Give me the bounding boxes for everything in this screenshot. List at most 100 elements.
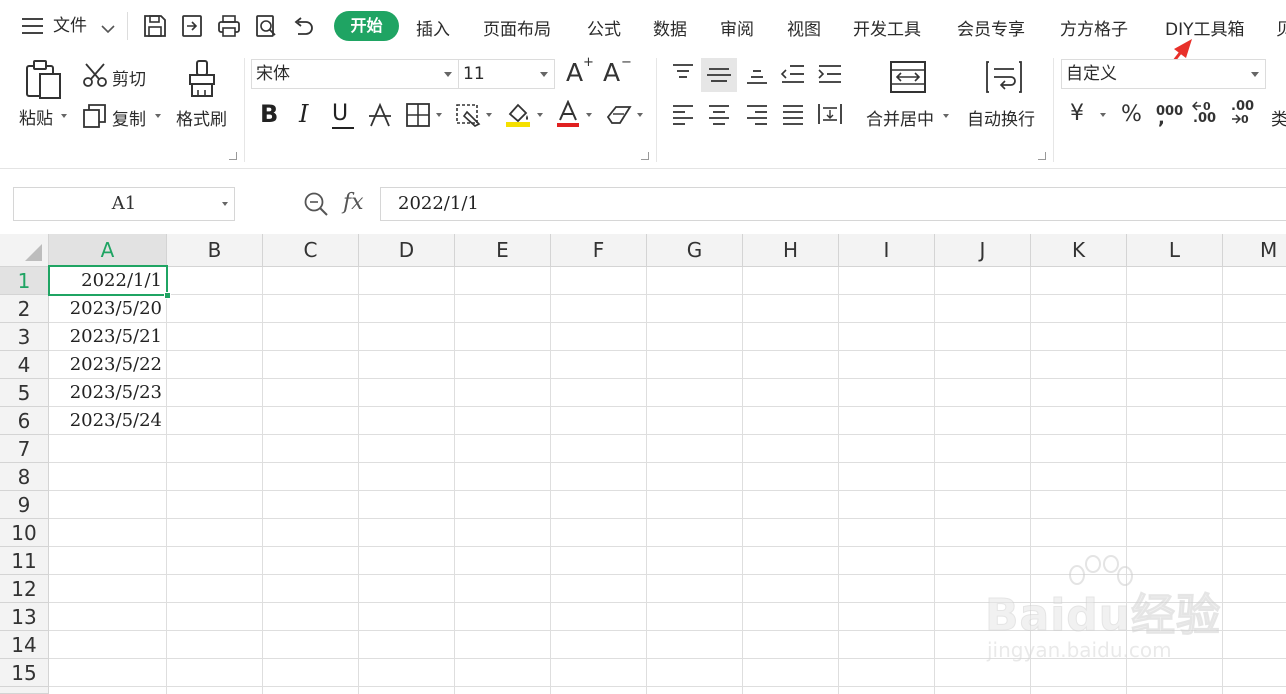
cell-style-dropdown-caret[interactable] [486, 113, 492, 117]
strikethrough-icon[interactable] [368, 102, 392, 128]
active-cell-border[interactable] [48, 265, 168, 296]
merge-center-dropdown-caret[interactable] [943, 114, 949, 118]
tab-more[interactable]: 贝 [1276, 15, 1286, 40]
column-header-g[interactable]: G [647, 234, 743, 267]
font-launcher-icon[interactable] [641, 152, 649, 160]
row-header-10[interactable]: 10 [0, 519, 49, 547]
column-header-c[interactable]: C [263, 234, 359, 267]
column-header-l[interactable]: L [1127, 234, 1223, 267]
tab-member[interactable]: 会员专享 [957, 15, 1025, 40]
clear-format-dropdown-caret[interactable] [637, 113, 643, 117]
row-header-15[interactable]: 15 [0, 659, 49, 687]
column-header-b[interactable]: B [167, 234, 263, 267]
distributed-align-icon[interactable] [817, 102, 843, 126]
row-header-8[interactable]: 8 [0, 463, 49, 491]
clear-format-icon[interactable] [606, 103, 634, 127]
increase-indent-icon[interactable] [817, 63, 843, 85]
column-header-e[interactable]: E [455, 234, 551, 267]
row-header-4[interactable]: 4 [0, 351, 49, 379]
percent-button[interactable]: % [1121, 102, 1142, 127]
row-header-2[interactable]: 2 [0, 295, 49, 323]
undo-icon[interactable] [290, 13, 316, 39]
row-header-7[interactable]: 7 [0, 435, 49, 463]
paste-dropdown-caret[interactable] [61, 114, 67, 118]
number-format-select[interactable]: 自定义 [1061, 59, 1266, 89]
merge-center-icon[interactable] [889, 60, 927, 94]
tab-fangfang[interactable]: 方方格子 [1060, 15, 1128, 40]
name-box[interactable]: A1 [13, 187, 235, 221]
row-header-6[interactable]: 6 [0, 407, 49, 435]
column-header-j[interactable]: J [935, 234, 1031, 267]
alignment-launcher-icon[interactable] [1038, 152, 1046, 160]
row-header-1[interactable]: 1 [0, 267, 49, 295]
copy-icon[interactable] [82, 103, 108, 129]
cell-style-icon[interactable] [455, 102, 483, 128]
align-center-icon[interactable] [707, 104, 731, 126]
tab-review[interactable]: 审阅 [720, 15, 754, 40]
print-icon[interactable] [216, 13, 242, 39]
font-color-dropdown-caret[interactable] [586, 113, 592, 117]
align-left-icon[interactable] [671, 104, 695, 126]
cell-a3[interactable]: 2023/5/21 [50, 323, 166, 350]
select-all-corner[interactable] [0, 234, 49, 267]
wrap-text-icon[interactable] [985, 60, 1023, 94]
copy-dropdown-caret[interactable] [155, 114, 161, 118]
cell-a2[interactable]: 2023/5/20 [50, 295, 166, 322]
font-color-icon[interactable] [556, 100, 580, 128]
print-preview-icon[interactable] [253, 13, 279, 39]
underline-button[interactable]: U [332, 101, 354, 129]
formula-input[interactable]: 2022/1/1 [380, 187, 1286, 221]
italic-button[interactable]: I [299, 100, 308, 128]
align-top-icon[interactable] [671, 63, 695, 83]
bold-button[interactable]: B [260, 100, 278, 128]
justify-icon[interactable] [781, 104, 805, 126]
row-header-14[interactable]: 14 [0, 631, 49, 659]
hamburger-menu-icon[interactable] [22, 17, 44, 35]
column-header-m[interactable]: M [1223, 234, 1286, 267]
cut-button[interactable]: 剪切 [112, 65, 146, 90]
row-header-11[interactable]: 11 [0, 547, 49, 575]
format-painter-button[interactable]: 格式刷 [176, 105, 227, 130]
align-bottom-icon[interactable] [745, 63, 769, 85]
thousands-separator-button[interactable]: 000 , [1156, 100, 1183, 129]
fill-color-icon[interactable] [505, 100, 531, 128]
currency-button[interactable]: ¥ [1070, 101, 1084, 126]
row-header-5[interactable]: 5 [0, 379, 49, 407]
column-header-f[interactable]: F [551, 234, 647, 267]
column-header-h[interactable]: H [743, 234, 839, 267]
borders-dropdown-caret[interactable] [436, 113, 442, 117]
borders-icon[interactable] [405, 102, 431, 128]
cell-a5[interactable]: 2023/5/23 [50, 379, 166, 406]
tab-data[interactable]: 数据 [653, 15, 687, 40]
currency-dropdown-caret[interactable] [1100, 113, 1106, 117]
file-menu[interactable]: 文件 [53, 15, 87, 37]
fill-color-dropdown-caret[interactable] [537, 113, 543, 117]
column-header-d[interactable]: D [359, 234, 455, 267]
copy-button[interactable]: 复制 [112, 105, 146, 130]
decrease-indent-icon[interactable] [780, 63, 806, 85]
wrap-text-button[interactable]: 自动换行 [967, 105, 1035, 130]
save-icon[interactable] [142, 13, 168, 39]
column-header-k[interactable]: K [1031, 234, 1127, 267]
row-header-3[interactable]: 3 [0, 323, 49, 351]
row-header-13[interactable]: 13 [0, 603, 49, 631]
column-header-i[interactable]: I [839, 234, 935, 267]
row-header-partial[interactable] [0, 687, 49, 694]
cell-a6[interactable]: 2023/5/24 [50, 407, 166, 434]
align-middle-icon[interactable] [701, 58, 737, 92]
increase-decimal-button[interactable]: 0 .00 [1192, 99, 1220, 126]
tab-formulas[interactable]: 公式 [587, 15, 621, 40]
cell-type-button[interactable]: 类 [1271, 105, 1286, 130]
decrease-font-size-button[interactable]: A − [603, 55, 632, 87]
tab-insert[interactable]: 插入 [416, 15, 450, 40]
tab-view[interactable]: 视图 [787, 15, 821, 40]
cell-a4[interactable]: 2023/5/22 [50, 351, 166, 378]
font-name-select[interactable]: 宋体 [251, 59, 459, 89]
align-right-icon[interactable] [745, 104, 769, 126]
column-header-a[interactable]: A [49, 234, 167, 267]
paste-button[interactable]: 粘贴 [19, 104, 53, 129]
fill-handle[interactable] [164, 292, 171, 299]
tab-home[interactable]: 开始 [334, 11, 399, 41]
row-header-12[interactable]: 12 [0, 575, 49, 603]
row-header-9[interactable]: 9 [0, 491, 49, 519]
